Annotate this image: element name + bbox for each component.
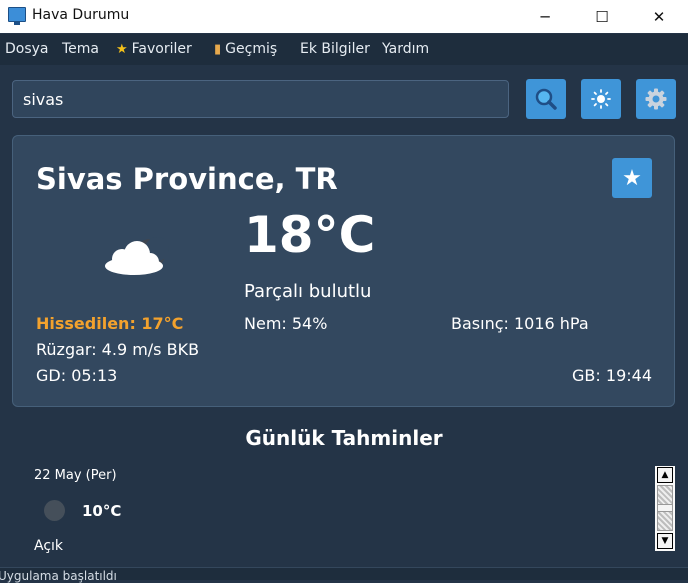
humidity: Nem: 54% [244, 314, 328, 333]
menu-label: Ek Bilgiler [300, 41, 370, 57]
cloudy-night-icon [105, 237, 169, 275]
forecast-title: Günlük Tahminler [245, 426, 443, 450]
menu-ek-bilgiler[interactable]: Ek Bilgiler [300, 41, 370, 57]
settings-button[interactable] [636, 79, 676, 119]
gear-icon [645, 88, 667, 110]
menu-tema[interactable]: Tema [62, 41, 99, 57]
temperature: 18°C [244, 206, 376, 264]
status-text: Uygulama başlatıldı [0, 569, 117, 583]
menu-yardim[interactable]: Yardım [382, 41, 429, 57]
city-name: Sivas Province, TR [36, 162, 338, 196]
menu-gecmis[interactable]: ▮ Geçmiş [214, 41, 277, 57]
forecast-date: 22 May (Per) [34, 468, 117, 483]
menu-bar: Dosya Tema ★ Favoriler ▮ Geçmiş Ek Bilgile… [0, 34, 688, 65]
menu-label: Geçmiş [225, 41, 278, 57]
pressure: Basınç: 1016 hPa [451, 314, 589, 333]
forecast-temp: 10°C [82, 502, 122, 520]
forecast-description: Açık [34, 538, 64, 554]
close-button[interactable]: ✕ [630, 0, 688, 33]
scroll-down-arrow-icon[interactable]: ▼ [657, 533, 673, 549]
sun-icon [591, 89, 611, 109]
menu-favoriler[interactable]: ★ Favoriler [116, 41, 192, 57]
menu-label: Dosya [5, 41, 49, 57]
scroll-up-arrow-icon[interactable]: ▲ [657, 467, 673, 483]
minimize-button[interactable]: ─ [516, 0, 574, 33]
search-icon [535, 88, 557, 110]
search-button[interactable] [526, 79, 566, 119]
menu-dosya[interactable]: Dosya [5, 41, 49, 57]
notebook-icon: ▮ [214, 42, 222, 57]
menu-label: Tema [62, 41, 100, 57]
menu-label: Yardım [382, 41, 430, 57]
monitor-icon [8, 7, 26, 25]
weather-description: Parçalı bulutlu [244, 281, 372, 302]
sunrise: GD: 05:13 [36, 366, 118, 385]
wind: Rüzgar: 4.9 m/s BKB [36, 340, 200, 359]
sunset: GB: 19:44 [572, 366, 652, 385]
status-bar: Uygulama başlatıldı [0, 567, 688, 583]
menu-label: Favoriler [131, 41, 192, 57]
scrollbar-thumb[interactable] [657, 485, 673, 531]
feels-like: Hissedilen: 17°C [36, 314, 184, 333]
title-bar: Hava Durumu ─ ☐ ✕ [0, 0, 688, 33]
scrollbar-grip [658, 504, 672, 512]
window-title: Hava Durumu [32, 7, 130, 23]
star-icon: ★ [622, 165, 642, 191]
clear-night-icon [44, 500, 65, 521]
search-input[interactable]: sivas [12, 80, 509, 118]
maximize-button[interactable]: ☐ [573, 0, 631, 33]
theme-toggle-button[interactable] [581, 79, 621, 119]
forecast-scrollbar[interactable]: ▲ ▼ [655, 466, 675, 551]
add-favorite-button[interactable]: ★ [612, 158, 652, 198]
star-icon: ★ [116, 42, 128, 57]
